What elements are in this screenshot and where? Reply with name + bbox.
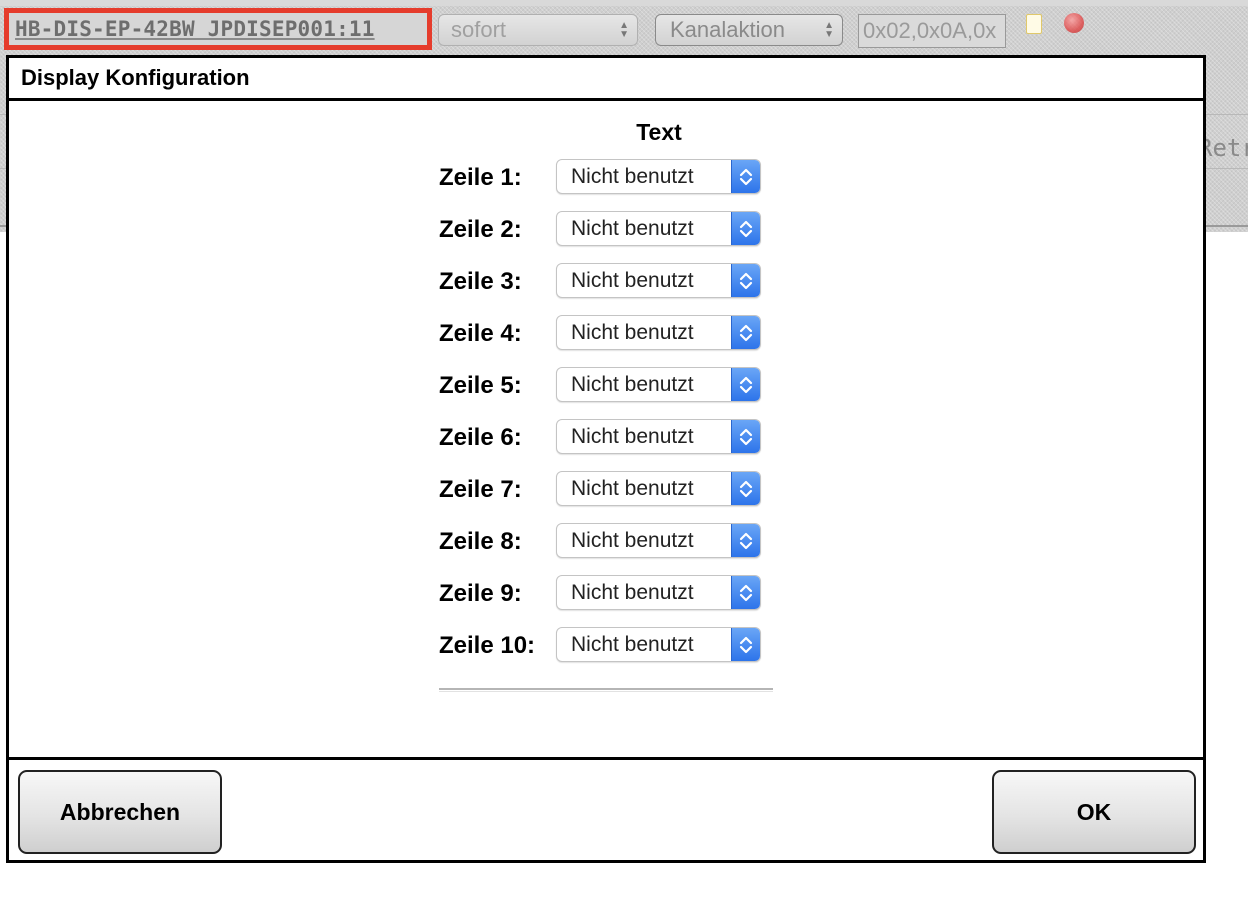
line-text-select-value: Nicht benutzt	[571, 217, 694, 240]
line-label: Zeile 7:	[439, 476, 522, 503]
select-stepper-icon	[731, 576, 760, 609]
line-text-select[interactable]: Nicht benutzt	[556, 471, 761, 506]
select-stepper-icon	[731, 264, 760, 297]
hex-value-field[interactable]: 0x02,0x0A,0x	[858, 14, 1006, 48]
line-text-select-value: Nicht benutzt	[571, 165, 694, 188]
line-text-select[interactable]: Nicht benutzt	[556, 627, 761, 662]
line-text-select[interactable]: Nicht benutzt	[556, 263, 761, 298]
timing-select[interactable]: sofort ▲ ▼	[438, 14, 638, 46]
line-config-row: Zeile 1: Nicht benutzt	[9, 159, 1203, 195]
line-label: Zeile 2:	[439, 216, 522, 243]
line-text-select-value: Nicht benutzt	[571, 477, 694, 500]
line-label: Zeile 10:	[439, 632, 536, 659]
select-stepper-icon	[731, 368, 760, 401]
line-config-row: Zeile 5: Nicht benutzt	[9, 367, 1203, 403]
dialog-title: Display Konfiguration	[9, 58, 1203, 101]
dialog-body: Text Zeile 1: Nicht benutzt Zeile 2: Nicht …	[9, 101, 1203, 757]
timing-select-value: sofort	[451, 17, 507, 42]
line-config-row: Zeile 3: Nicht benutzt	[9, 263, 1203, 299]
line-label: Zeile 9:	[439, 580, 522, 607]
line-label: Zeile 3:	[439, 268, 522, 295]
line-text-select-value: Nicht benutzt	[571, 633, 694, 656]
dialog-footer: Abbrechen OK	[9, 757, 1203, 860]
line-config-row: Zeile 7: Nicht benutzt	[9, 471, 1203, 507]
line-text-select[interactable]: Nicht benutzt	[556, 159, 761, 194]
select-arrows-icon: ▲ ▼	[619, 20, 629, 40]
line-config-row: Zeile 6: Nicht benutzt	[9, 419, 1203, 455]
line-text-select-value: Nicht benutzt	[571, 581, 694, 604]
select-stepper-icon	[731, 472, 760, 505]
line-label: Zeile 1:	[439, 164, 522, 191]
line-label: Zeile 5:	[439, 372, 522, 399]
select-arrows-icon: ▲ ▼	[824, 20, 834, 40]
line-text-select[interactable]: Nicht benutzt	[556, 211, 761, 246]
line-text-select[interactable]: Nicht benutzt	[556, 367, 761, 402]
select-stepper-icon	[731, 212, 760, 245]
line-config-row: Zeile 2: Nicht benutzt	[9, 211, 1203, 247]
line-config-row: Zeile 4: Nicht benutzt	[9, 315, 1203, 351]
line-label: Zeile 6:	[439, 424, 522, 451]
device-name-link[interactable]: HB-DIS-EP-42BW JPDISEP001:11	[4, 8, 432, 50]
line-config-row: Zeile 8: Nicht benutzt	[9, 523, 1203, 559]
ok-button[interactable]: OK	[992, 770, 1196, 854]
line-label: Zeile 4:	[439, 320, 522, 347]
document-icon[interactable]	[1026, 14, 1042, 34]
line-text-select[interactable]: Nicht benutzt	[556, 315, 761, 350]
text-column-heading: Text	[636, 119, 682, 145]
action-select[interactable]: Kanalaktion ▲ ▼	[655, 14, 843, 46]
line-text-select[interactable]: Nicht benutzt	[556, 575, 761, 610]
select-stepper-icon	[731, 316, 760, 349]
select-stepper-icon	[731, 628, 760, 661]
line-label: Zeile 8:	[439, 528, 522, 555]
line-text-select[interactable]: Nicht benutzt	[556, 419, 761, 454]
action-select-value: Kanalaktion	[670, 17, 785, 42]
line-text-select-value: Nicht benutzt	[571, 529, 694, 552]
background-top-strip	[0, 0, 1248, 6]
line-config-row: Zeile 10: Nicht benutzt	[9, 627, 1203, 663]
line-text-select-value: Nicht benutzt	[571, 373, 694, 396]
display-config-dialog: Display Konfiguration Text Zeile 1: Nicht…	[6, 55, 1206, 863]
select-stepper-icon	[731, 420, 760, 453]
select-stepper-icon	[731, 160, 760, 193]
select-stepper-icon	[731, 524, 760, 557]
line-config-row: Zeile 9: Nicht benutzt	[9, 575, 1203, 611]
line-text-select-value: Nicht benutzt	[571, 321, 694, 344]
horizontal-scrollbar[interactable]	[439, 688, 773, 692]
line-text-select[interactable]: Nicht benutzt	[556, 523, 761, 558]
line-text-select-value: Nicht benutzt	[571, 425, 694, 448]
delete-icon[interactable]	[1064, 13, 1084, 33]
cancel-button[interactable]: Abbrechen	[18, 770, 222, 854]
line-text-select-value: Nicht benutzt	[571, 269, 694, 292]
